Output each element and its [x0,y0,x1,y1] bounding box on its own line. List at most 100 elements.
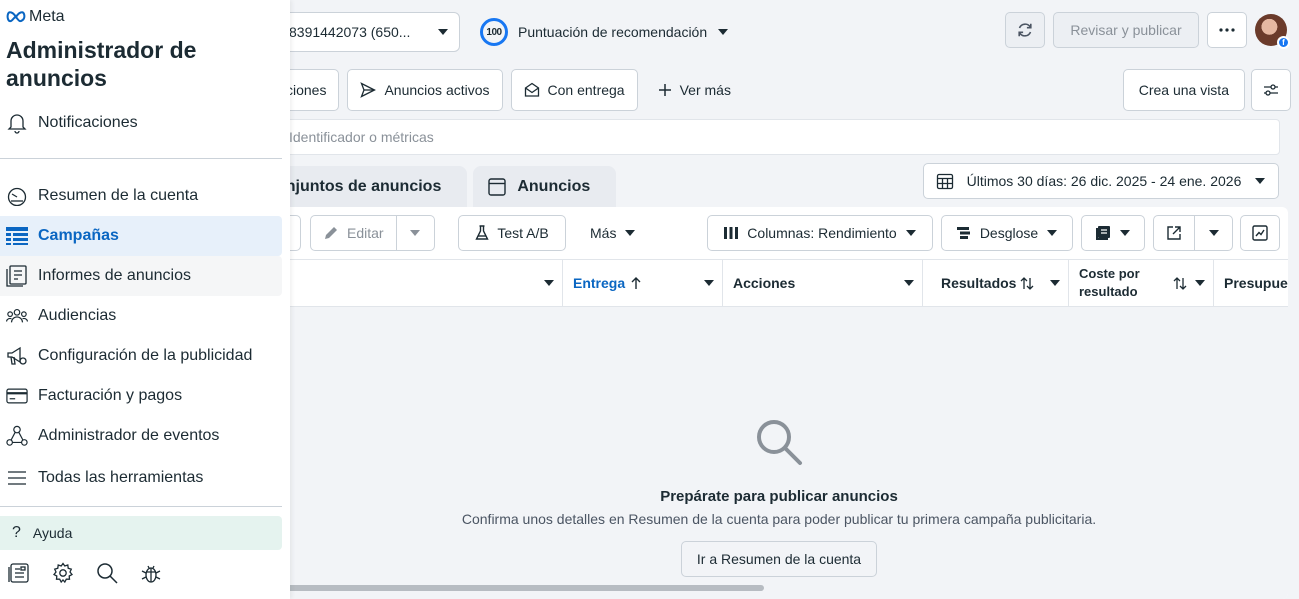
more-actions-button[interactable]: Más [576,215,650,251]
nav-label: Configuración de la publicidad [38,347,253,364]
caret-down-icon [704,280,714,286]
more-label: Más [590,225,617,241]
magnifier-icon [754,417,804,467]
nav-label: Administrador de eventos [38,427,220,444]
tab-ad-sets[interactable]: onjuntos de anuncios [270,166,468,208]
nav-label: Audiencias [38,307,117,324]
edit-options-dropdown[interactable] [395,216,434,250]
tab-ads[interactable]: Anuncios [473,166,617,208]
caret-down-icon [904,280,914,286]
tab-label: onjuntos de anuncios [276,178,442,195]
nav-label: Facturación y pagos [38,387,183,404]
review-publish-button[interactable]: Revisar y publicar [1053,12,1199,48]
ellipsis-icon [1219,28,1235,32]
campaign-table-panel: Editar Test A/B Más Columnas: Rendimient… [266,207,1288,599]
search-icon[interactable] [96,562,118,584]
refresh-icon [1016,21,1034,39]
columns-button[interactable]: Columnas: Rendimiento [707,215,933,251]
go-to-account-overview-button[interactable]: Ir a Resumen de la cuenta [680,541,878,577]
sidebar-item-events-manager[interactable]: Administrador de eventos [0,416,282,456]
credit-card-icon [6,385,28,407]
see-more-filters-button[interactable]: Ver más [646,69,743,111]
caret-down-icon [1119,229,1131,237]
breakdown-button[interactable]: Desglose [941,215,1073,251]
ab-test-button[interactable]: Test A/B [458,215,566,251]
app-title: Administrador de anuncios [6,37,197,91]
caret-down-icon [1195,280,1205,286]
caret-down-icon [437,28,449,36]
sidebar-item-account-overview[interactable]: Resumen de la cuenta [0,176,282,216]
sidebar-divider [0,158,282,159]
column-label: Resultados [941,275,1017,291]
reports-dropdown-button[interactable] [1081,215,1145,251]
ad-account-selector[interactable]: 8391442073 (650... [270,12,460,52]
nav-label: Informes de anuncios [38,267,191,284]
search-input[interactable]: Identificador o métricas [270,119,1280,155]
sliders-icon [1263,82,1279,98]
plus-icon [658,83,672,97]
sidebar-item-campaigns[interactable]: Campañas [0,216,282,256]
main-content: cciones Anuncios activos Con entrega Ver… [266,62,1291,599]
sidebar-divider [0,506,282,507]
more-options-button[interactable] [1207,12,1247,48]
filter-chip-with-delivery[interactable]: Con entrega [510,69,638,111]
caret-down-icon [1208,229,1220,237]
help-button[interactable]: ? Ayuda [0,516,282,550]
export-options-dropdown[interactable] [1194,216,1232,250]
bug-icon[interactable] [140,562,162,584]
edit-split-button: Editar [310,215,435,251]
column-header-name[interactable] [270,260,562,306]
column-header-delivery[interactable]: Entrega [562,260,722,306]
column-header-cost-per-result[interactable]: Coste por resultado [1068,260,1213,306]
ads-library-icon[interactable] [8,562,30,584]
export-button[interactable] [1154,216,1194,250]
brand-name: Meta [29,8,65,25]
caret-down-icon [1050,280,1060,286]
caret-down-icon [409,229,421,237]
settings-gear-icon[interactable] [52,562,74,584]
filter-chip-active-ads[interactable]: Anuncios activos [347,69,503,111]
score-badge: 100 [480,18,508,46]
nav-label: Notificaciones [38,114,138,131]
column-header-actions[interactable]: Acciones [722,260,922,306]
view-settings-button[interactable] [1251,69,1291,111]
meta-logo[interactable]: Meta [6,8,65,26]
column-header-budget[interactable]: Presupue... [1213,260,1288,306]
caret-down-icon [624,229,636,237]
sidebar-item-audiences[interactable]: Audiencias [0,296,282,336]
facebook-badge-icon: f [1277,36,1290,49]
caret-down-icon [717,28,729,36]
table-icon [6,225,28,247]
edit-button[interactable]: Editar [311,216,396,250]
filter-bar: cciones Anuncios activos Con entrega Ver… [270,68,1291,112]
column-header-results[interactable]: Resultados [922,260,1068,306]
sidebar-item-ad-reports[interactable]: Informes de anuncios [0,256,282,296]
table-body: Prepárate para publicar anuncios Confirm… [270,307,1288,599]
user-avatar[interactable]: f [1255,14,1290,49]
caret-down-icon [544,280,554,286]
export-split-button [1153,215,1233,251]
sidebar-item-all-tools[interactable]: Todas las herramientas [0,458,282,498]
columns-icon [723,226,739,240]
sidebar-item-notifications[interactable]: Notificaciones [0,103,282,143]
refresh-button[interactable] [1005,12,1045,48]
report-stack-icon [1095,225,1111,241]
ad-page-icon [487,177,507,197]
breakdown-icon [956,226,972,240]
sort-toggle-icon [1020,276,1034,290]
sidebar-item-ad-settings[interactable]: Configuración de la publicidad [0,336,282,376]
horizontal-scrollbar[interactable] [270,585,764,591]
charts-button[interactable] [1240,215,1280,251]
sidebar-item-billing[interactable]: Facturación y pagos [0,376,282,416]
date-range-label: Últimos 30 días: 26 dic. 2025 - 24 ene. … [966,173,1242,189]
sort-toggle-icon [1173,277,1187,290]
empty-state: Prepárate para publicar anuncios Confirm… [270,417,1288,577]
date-range-picker[interactable]: Últimos 30 días: 26 dic. 2025 - 24 ene. … [923,163,1279,199]
create-view-button[interactable]: Crea una vista [1122,69,1245,111]
nav-label: Campañas [38,227,119,244]
envelope-icon [524,82,540,98]
sort-ascending-icon [631,276,641,290]
nav-label: Todas las herramientas [38,469,204,486]
send-icon [360,82,377,98]
recommendation-score[interactable]: 100 Puntuación de recomendación [480,14,729,50]
